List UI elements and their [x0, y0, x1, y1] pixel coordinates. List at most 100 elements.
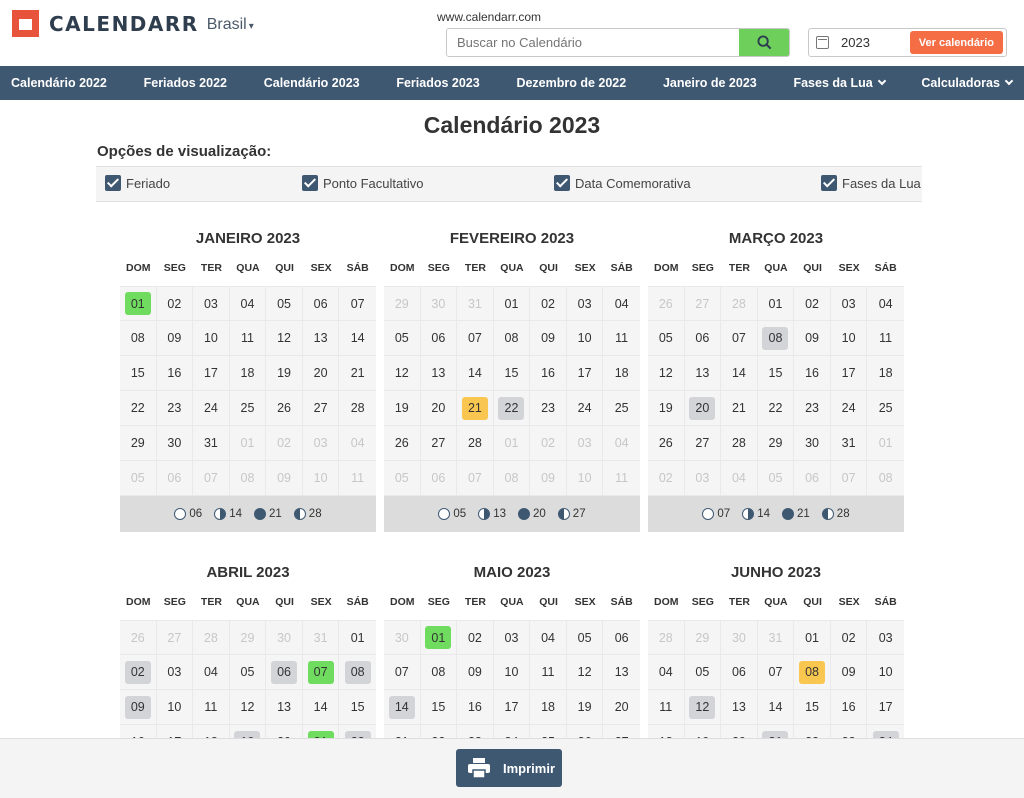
- day-cell[interactable]: 11: [530, 655, 567, 689]
- day-cell[interactable]: 06: [303, 287, 340, 320]
- day-cell[interactable]: 06: [421, 461, 458, 495]
- nav-fases-da-lua[interactable]: Fases da Lua: [793, 76, 886, 90]
- day-cell[interactable]: 20: [603, 690, 640, 724]
- nav-feriados-2022[interactable]: Feriados 2022: [144, 76, 227, 90]
- day-cell[interactable]: 13: [721, 690, 758, 724]
- day-cell[interactable]: 23: [530, 391, 567, 425]
- day-cell[interactable]: 04: [530, 621, 567, 654]
- day-cell[interactable]: 12: [230, 690, 267, 724]
- day-cell[interactable]: 08: [339, 655, 376, 689]
- day-cell[interactable]: 23: [794, 391, 831, 425]
- day-cell[interactable]: 04: [721, 461, 758, 495]
- moon-phase[interactable]: 07: [702, 508, 730, 520]
- day-cell[interactable]: 04: [603, 426, 640, 460]
- day-cell[interactable]: 03: [831, 287, 868, 320]
- day-cell[interactable]: 12: [648, 356, 685, 390]
- day-cell[interactable]: 12: [567, 655, 604, 689]
- moon-phase[interactable]: 21: [254, 508, 282, 520]
- day-cell[interactable]: 27: [303, 391, 340, 425]
- day-cell[interactable]: 04: [603, 287, 640, 320]
- moon-phase[interactable]: 20: [518, 508, 546, 520]
- day-cell[interactable]: 10: [567, 461, 604, 495]
- day-cell[interactable]: 01: [494, 426, 531, 460]
- day-cell[interactable]: 04: [648, 655, 685, 689]
- day-cell[interactable]: 26: [266, 391, 303, 425]
- day-cell[interactable]: 28: [457, 426, 494, 460]
- day-cell[interactable]: 09: [530, 461, 567, 495]
- day-cell[interactable]: 11: [193, 690, 230, 724]
- day-cell[interactable]: 31: [193, 426, 230, 460]
- day-cell[interactable]: 10: [193, 321, 230, 355]
- day-cell[interactable]: 23: [157, 391, 194, 425]
- moon-phase[interactable]: 28: [293, 508, 322, 520]
- year-input[interactable]: 2023: [841, 35, 910, 50]
- nav-calculadoras[interactable]: Calculadoras: [921, 76, 1014, 90]
- day-cell[interactable]: 30: [794, 426, 831, 460]
- day-cell[interactable]: 22: [758, 391, 795, 425]
- day-cell[interactable]: 09: [157, 321, 194, 355]
- day-cell[interactable]: 25: [867, 391, 904, 425]
- day-cell[interactable]: 12: [266, 321, 303, 355]
- day-cell[interactable]: 08: [230, 461, 267, 495]
- day-cell[interactable]: 17: [193, 356, 230, 390]
- moon-phase[interactable]: 13: [478, 508, 506, 520]
- day-cell[interactable]: 18: [603, 356, 640, 390]
- option-fases-da-lua[interactable]: Fases da Lua: [821, 175, 921, 191]
- day-cell[interactable]: 13: [603, 655, 640, 689]
- day-cell[interactable]: 07: [721, 321, 758, 355]
- moon-phase[interactable]: 06: [174, 508, 202, 520]
- day-cell[interactable]: 27: [685, 426, 722, 460]
- option-data-comemorativa[interactable]: Data Comemorativa: [554, 175, 691, 191]
- day-cell[interactable]: 25: [230, 391, 267, 425]
- day-cell[interactable]: 29: [384, 287, 421, 320]
- day-cell[interactable]: 15: [339, 690, 376, 724]
- day-cell[interactable]: 01: [421, 621, 458, 654]
- day-cell[interactable]: 06: [421, 321, 458, 355]
- day-cell[interactable]: 31: [758, 621, 795, 654]
- day-cell[interactable]: 30: [157, 426, 194, 460]
- day-cell[interactable]: 20: [421, 391, 458, 425]
- day-cell[interactable]: 03: [193, 287, 230, 320]
- day-cell[interactable]: 04: [193, 655, 230, 689]
- day-cell[interactable]: 17: [494, 690, 531, 724]
- view-calendar-button[interactable]: Ver calendário: [909, 31, 1003, 54]
- moon-phase[interactable]: 14: [742, 508, 770, 520]
- day-cell[interactable]: 21: [457, 391, 494, 425]
- day-cell[interactable]: 05: [384, 461, 421, 495]
- day-cell[interactable]: 07: [193, 461, 230, 495]
- day-cell[interactable]: 29: [120, 426, 157, 460]
- moon-phase[interactable]: 05: [438, 508, 466, 520]
- logo[interactable]: CALENDARR Brasil ▾: [12, 10, 254, 37]
- day-cell[interactable]: 14: [339, 321, 376, 355]
- search-button[interactable]: [739, 29, 789, 56]
- day-cell[interactable]: 13: [266, 690, 303, 724]
- moon-phase[interactable]: 21: [782, 508, 810, 520]
- day-cell[interactable]: 16: [831, 690, 868, 724]
- day-cell[interactable]: 15: [758, 356, 795, 390]
- day-cell[interactable]: 05: [120, 461, 157, 495]
- day-cell[interactable]: 17: [867, 690, 904, 724]
- day-cell[interactable]: 28: [721, 287, 758, 320]
- nav-calendario-2022[interactable]: Calendário 2022: [11, 76, 107, 90]
- day-cell[interactable]: 09: [530, 321, 567, 355]
- day-cell[interactable]: 06: [794, 461, 831, 495]
- day-cell[interactable]: 26: [120, 621, 157, 654]
- day-cell[interactable]: 19: [266, 356, 303, 390]
- day-cell[interactable]: 12: [685, 690, 722, 724]
- day-cell[interactable]: 18: [530, 690, 567, 724]
- day-cell[interactable]: 13: [303, 321, 340, 355]
- day-cell[interactable]: 09: [266, 461, 303, 495]
- day-cell[interactable]: 08: [794, 655, 831, 689]
- day-cell[interactable]: 02: [266, 426, 303, 460]
- day-cell[interactable]: 11: [603, 321, 640, 355]
- day-cell[interactable]: 05: [758, 461, 795, 495]
- day-cell[interactable]: 27: [157, 621, 194, 654]
- day-cell[interactable]: 15: [120, 356, 157, 390]
- day-cell[interactable]: 06: [157, 461, 194, 495]
- moon-phase[interactable]: 14: [214, 508, 242, 520]
- day-cell[interactable]: 11: [603, 461, 640, 495]
- day-cell[interactable]: 16: [457, 690, 494, 724]
- day-cell[interactable]: 18: [867, 356, 904, 390]
- day-cell[interactable]: 16: [794, 356, 831, 390]
- print-button[interactable]: Imprimir: [456, 749, 562, 787]
